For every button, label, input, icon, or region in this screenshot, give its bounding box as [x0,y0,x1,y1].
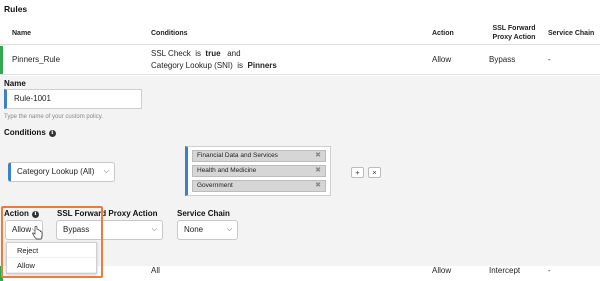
add-condition-button[interactable]: + [351,167,364,178]
chevron-down-icon: ⌵ [151,226,157,233]
name-hint: Type the name of your custom policy. [4,114,103,120]
remove-condition-button[interactable]: × [368,167,381,178]
remove-tag-icon[interactable]: ✖ [315,151,321,161]
service-chain-select[interactable]: None ⌵ [177,220,238,240]
service-chain-label: Service Chain [177,209,230,218]
rule-ssl-action: Intercept [489,266,521,275]
rule-service-chain: - [548,266,551,275]
rule-name: Pinners_Rule [12,55,61,64]
rule-conditions-line2: Category Lookup (SNI) is Pinners [151,61,277,70]
column-header-action[interactable]: Action [432,29,454,38]
rule-service-chain: - [548,55,551,64]
hand-cursor-icon [32,226,43,240]
conditions-label: Conditions i [4,128,56,137]
condition-values-box[interactable]: Financial Data and Services ✖ Health and … [185,146,331,196]
rule-action: Allow [432,266,452,275]
condition-type-select[interactable]: Category Lookup (All) ⌵ [8,162,115,182]
table-header: Name Conditions Action SSL Forward Proxy… [0,21,600,45]
rule-ssl-action: Bypass [489,55,516,64]
rule-conditions: SSL Check is true and [151,49,241,58]
rules-title: Rules [4,4,28,14]
name-label: Name [4,79,26,88]
rule-action: Allow [432,55,452,64]
condition-tag: Financial Data and Services ✖ [192,150,326,162]
chevron-down-icon: ⌵ [226,226,232,233]
column-header-ssl-action[interactable]: SSL Forward Proxy Action [489,24,539,42]
enabled-indicator [0,46,3,74]
condition-tag: Government ✖ [192,180,326,192]
column-header-name[interactable]: Name [12,29,31,38]
highlight-box [1,206,103,278]
rule-conditions: All [151,266,160,275]
column-header-conditions[interactable]: Conditions [151,29,188,38]
chevron-down-icon: ⌵ [103,168,109,175]
table-row[interactable]: Pinners_Rule SSL Check is true and Categ… [0,45,600,75]
column-header-service-chain[interactable]: Service Chain [548,29,594,38]
remove-tag-icon[interactable]: ✖ [315,166,321,176]
remove-tag-icon[interactable]: ✖ [315,181,321,191]
info-icon[interactable]: i [48,130,56,137]
condition-tag: Health and Medicine ✖ [192,165,326,177]
rule-name-input[interactable]: Rule-1001 [4,89,142,109]
